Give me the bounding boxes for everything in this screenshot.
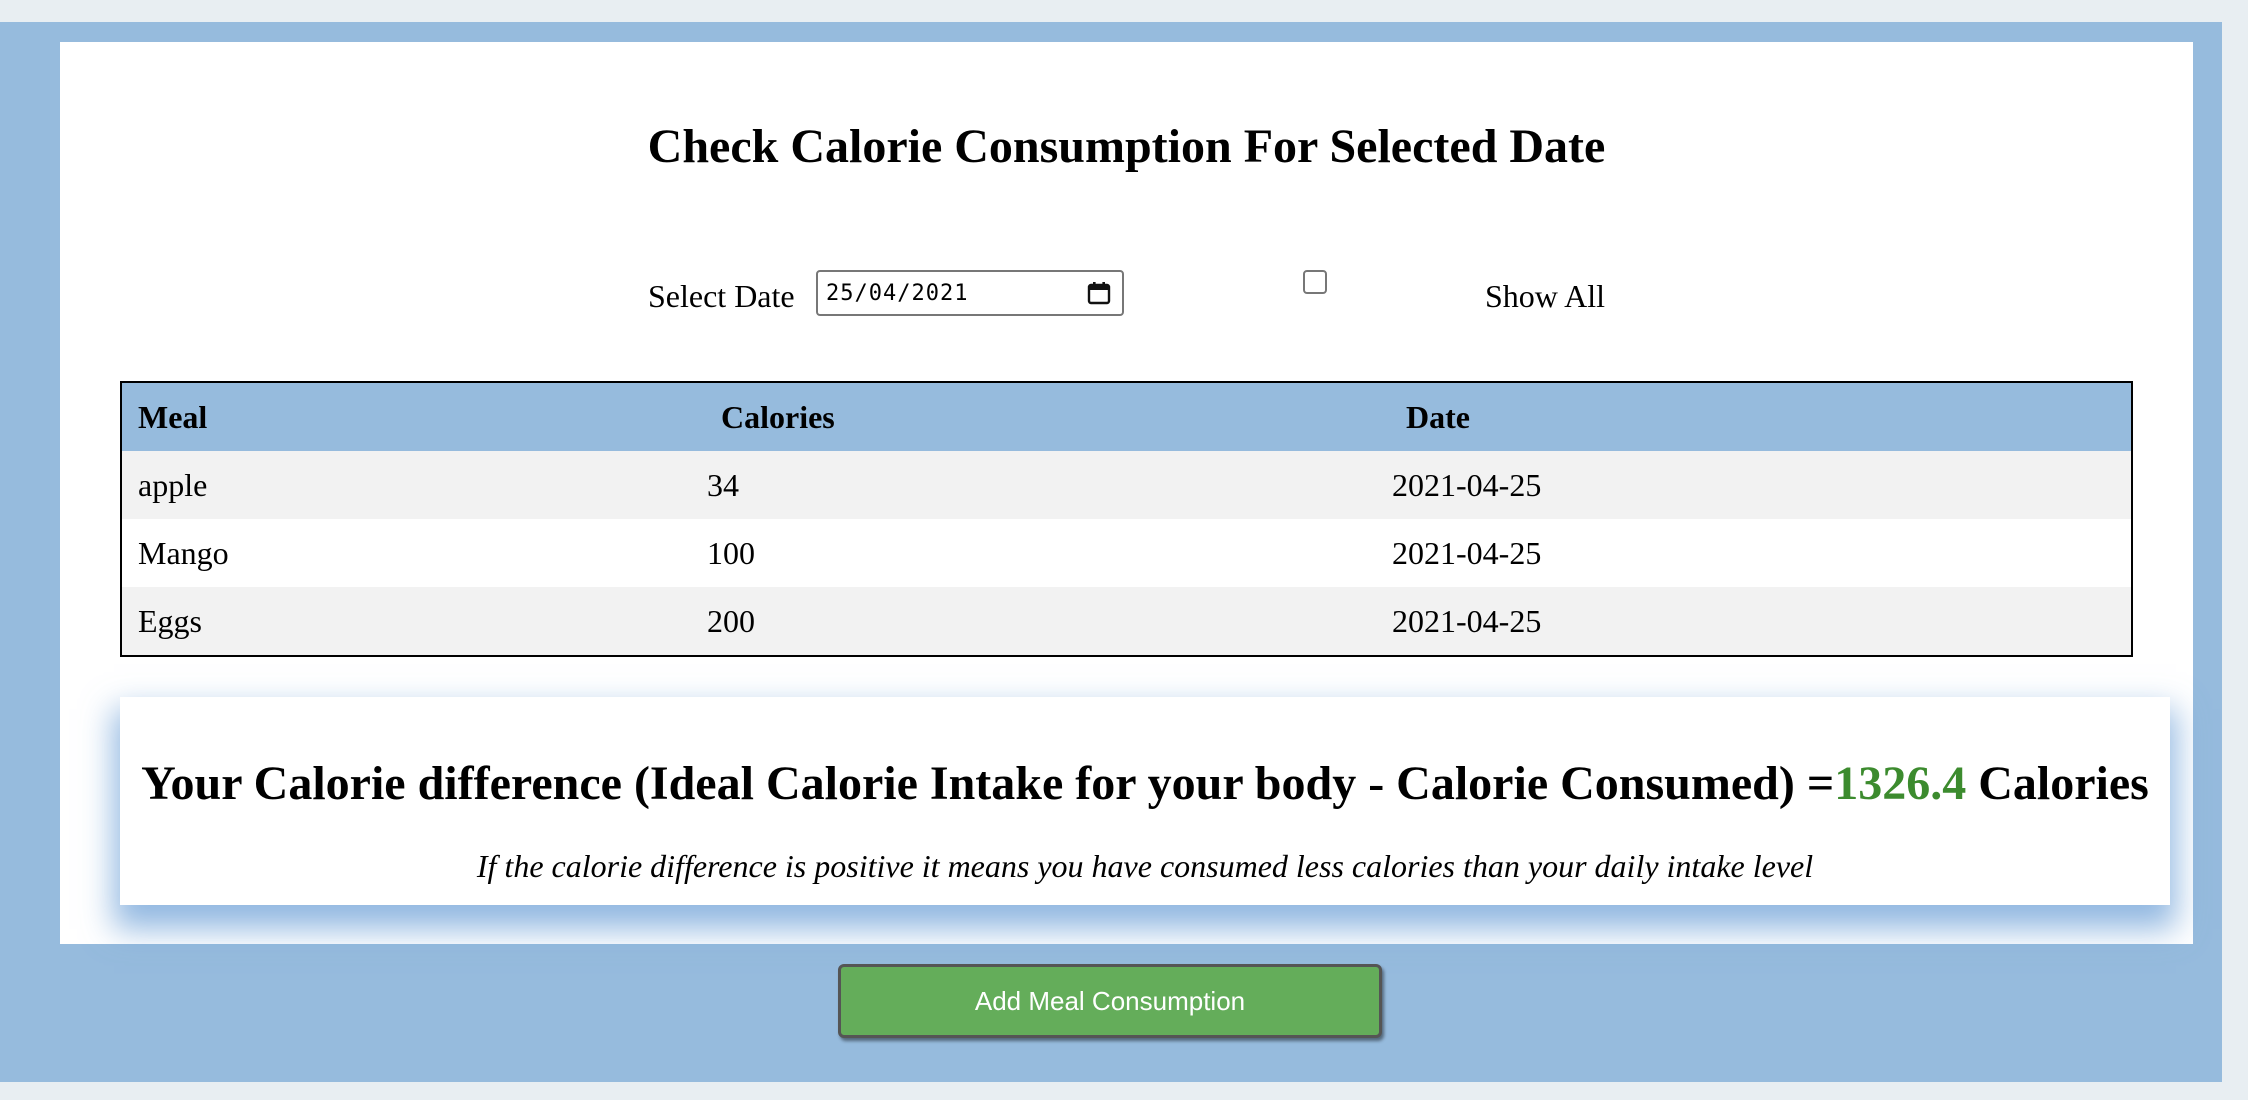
show-all-checkbox[interactable] [1303, 270, 1327, 294]
cell-meal: Eggs [138, 602, 202, 639]
date-input[interactable]: 25/04/2021 [816, 270, 1124, 316]
column-header-calories: Calories [721, 398, 835, 435]
cell-meal: apple [138, 466, 208, 503]
add-meal-button[interactable]: Add Meal Consumption [838, 964, 1382, 1038]
cell-date: 2021-04-25 [1392, 534, 1542, 571]
table-header-row: Meal Calories Date [121, 382, 2132, 451]
column-header-meal: Meal [138, 398, 208, 435]
calendar-icon[interactable] [1086, 280, 1112, 306]
calorie-difference-note: If the calorie difference is positive it… [476, 848, 1814, 884]
cell-date: 2021-04-25 [1392, 602, 1542, 639]
table-row: apple 34 2021-04-25 [121, 451, 2132, 519]
column-header-date: Date [1406, 398, 1470, 435]
table-row: Mango 100 2021-04-25 [121, 519, 2132, 587]
show-all-label: Show All [1485, 278, 1606, 314]
date-filter-row: Select Date 25/04/2021 Show All [60, 270, 2193, 320]
cell-calories: 100 [707, 534, 755, 571]
cell-meal: Mango [138, 534, 229, 571]
calorie-difference-heading: Your Calorie difference (Ideal Calorie I… [120, 755, 2170, 813]
main-card: Check Calorie Consumption For Selected D… [60, 42, 2193, 944]
date-input-value: 25/04/2021 [826, 281, 969, 306]
cell-calories: 200 [707, 602, 755, 639]
select-date-label: Select Date [648, 278, 795, 314]
cell-calories: 34 [707, 466, 739, 503]
calorie-summary-card: Your Calorie difference (Ideal Calorie I… [120, 697, 2170, 905]
calorie-difference-value: 1326.4 [1834, 757, 1967, 810]
cell-date: 2021-04-25 [1392, 466, 1542, 503]
calorie-difference-prefix: Your Calorie difference (Ideal Calorie I… [141, 757, 1835, 810]
page-background: Check Calorie Consumption For Selected D… [0, 22, 2222, 1082]
page-title: Check Calorie Consumption For Selected D… [647, 120, 1606, 173]
calorie-difference-suffix: Calories [1966, 757, 2149, 810]
table-row: Eggs 200 2021-04-25 [121, 587, 2132, 656]
meal-table: Meal Calories Date apple 34 2021-04-25 M… [120, 381, 2133, 657]
